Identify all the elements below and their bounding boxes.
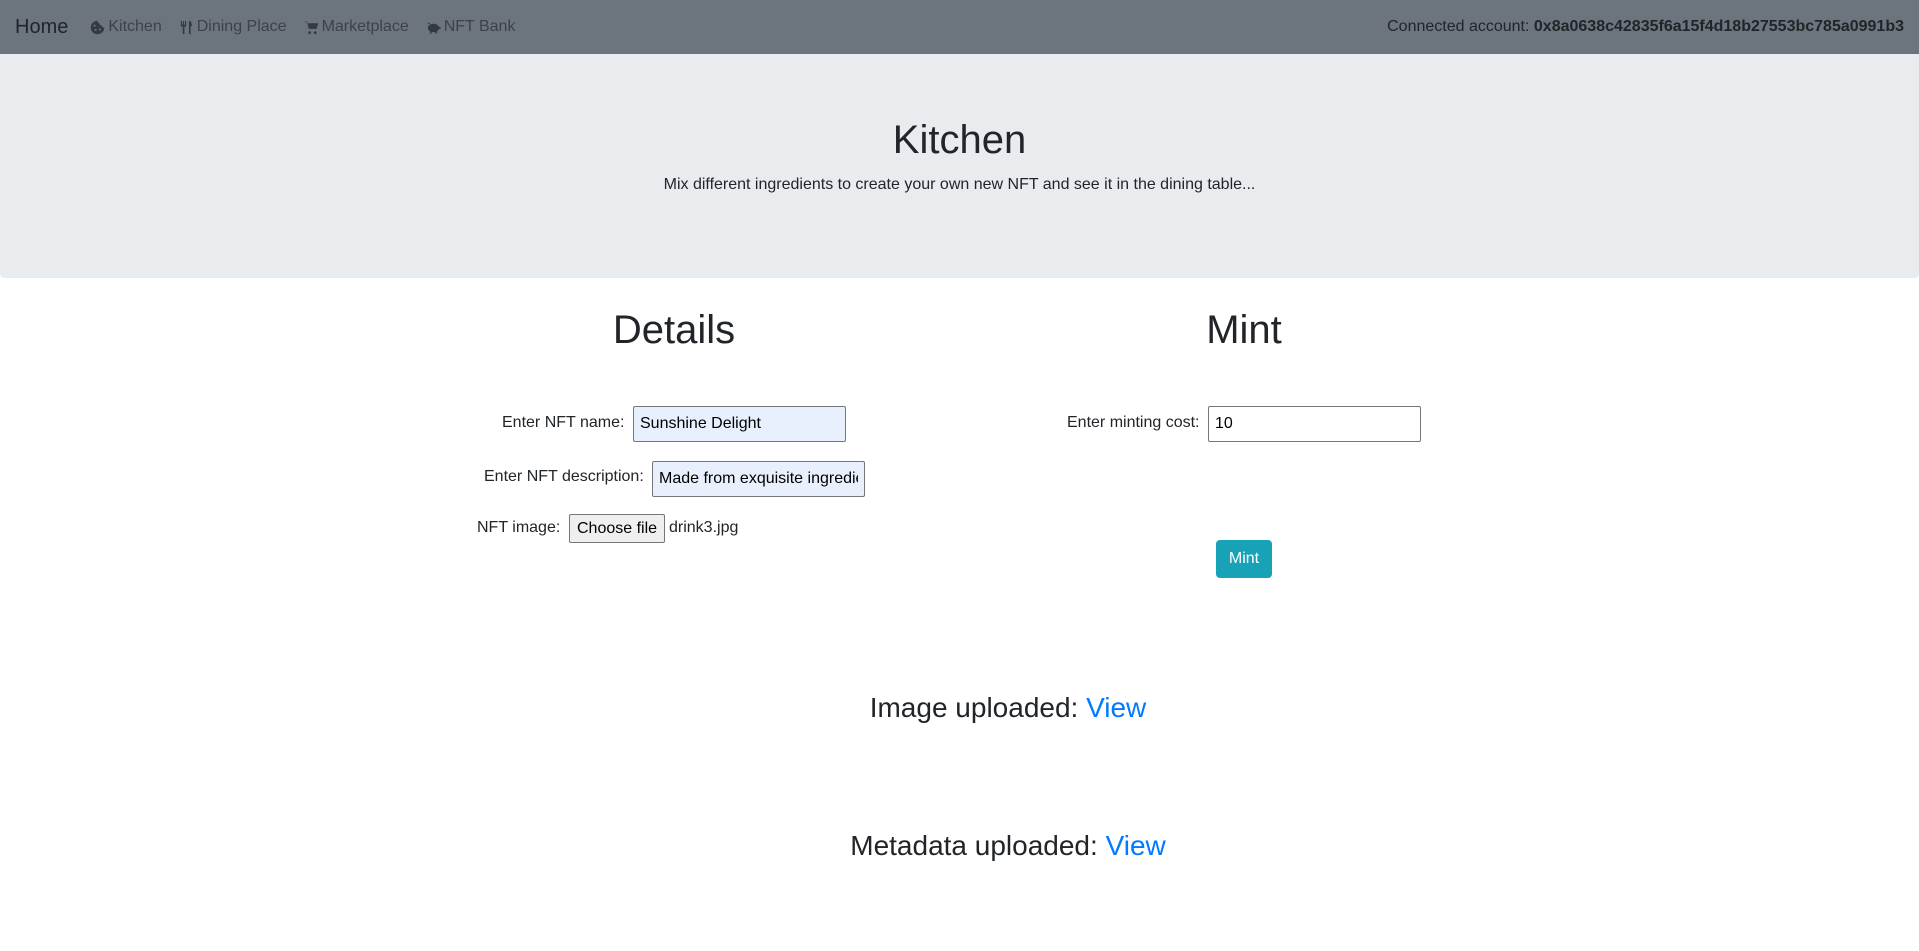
nav-dining-place[interactable]: Dining Place — [179, 18, 287, 36]
connected-account-label: Connected account: — [1387, 18, 1530, 35]
piggy-bank-icon — [427, 21, 441, 34]
nft-description-label: Enter NFT description: — [484, 468, 644, 485]
nav-marketplace-label: Marketplace — [321, 18, 409, 35]
selected-file-name: drink3.jpg — [669, 519, 739, 536]
nav-nft-bank-label: NFT Bank — [443, 18, 516, 35]
nav-marketplace[interactable]: Marketplace — [304, 18, 409, 36]
page-title: Kitchen — [892, 118, 1027, 162]
cart-icon — [304, 20, 318, 34]
cookie-icon — [91, 20, 105, 34]
details-heading: Details — [612, 308, 736, 352]
connected-account-address: 0x8a0638c42835f6a15f4d18b27553bc785a0991… — [1533, 18, 1904, 35]
top-navbar: Home Kitchen Dining Place Marketplace NF… — [0, 0, 1919, 54]
connected-account: Connected account: 0x8a0638c42835f6a15f4… — [1387, 18, 1904, 36]
image-uploaded-row: Image uploaded: View — [0, 692, 1919, 724]
nav-nft-bank[interactable]: NFT Bank — [426, 18, 516, 36]
minting-cost-label: Enter minting cost: — [1067, 414, 1200, 431]
nft-description-input[interactable] — [652, 461, 865, 497]
nav-dining-place-label: Dining Place — [196, 18, 287, 35]
choose-file-button[interactable]: Choose file — [569, 514, 666, 543]
mint-heading: Mint — [1206, 308, 1282, 352]
metadata-uploaded-label: Metadata uploaded: — [850, 830, 1098, 861]
nft-image-label: NFT image: — [477, 519, 561, 536]
image-uploaded-label: Image uploaded: — [869, 692, 1079, 723]
metadata-uploaded-row: Metadata uploaded: View — [0, 830, 1919, 862]
page-header: Kitchen Mix different ingredients to cre… — [0, 54, 1919, 278]
nft-name-label: Enter NFT name: — [502, 414, 625, 431]
minting-cost-input[interactable] — [1208, 406, 1421, 442]
utensils-icon — [180, 20, 192, 34]
image-view-link[interactable]: View — [1086, 692, 1146, 723]
metadata-view-link[interactable]: View — [1106, 830, 1166, 861]
mint-button[interactable]: Mint — [1216, 540, 1272, 578]
nft-name-input[interactable] — [633, 406, 846, 442]
home-link[interactable]: Home — [15, 16, 68, 39]
nav-kitchen[interactable]: Kitchen — [90, 18, 162, 36]
nav-kitchen-label: Kitchen — [108, 18, 162, 35]
page-subtitle: Mix different ingredients to create your… — [663, 176, 1256, 193]
